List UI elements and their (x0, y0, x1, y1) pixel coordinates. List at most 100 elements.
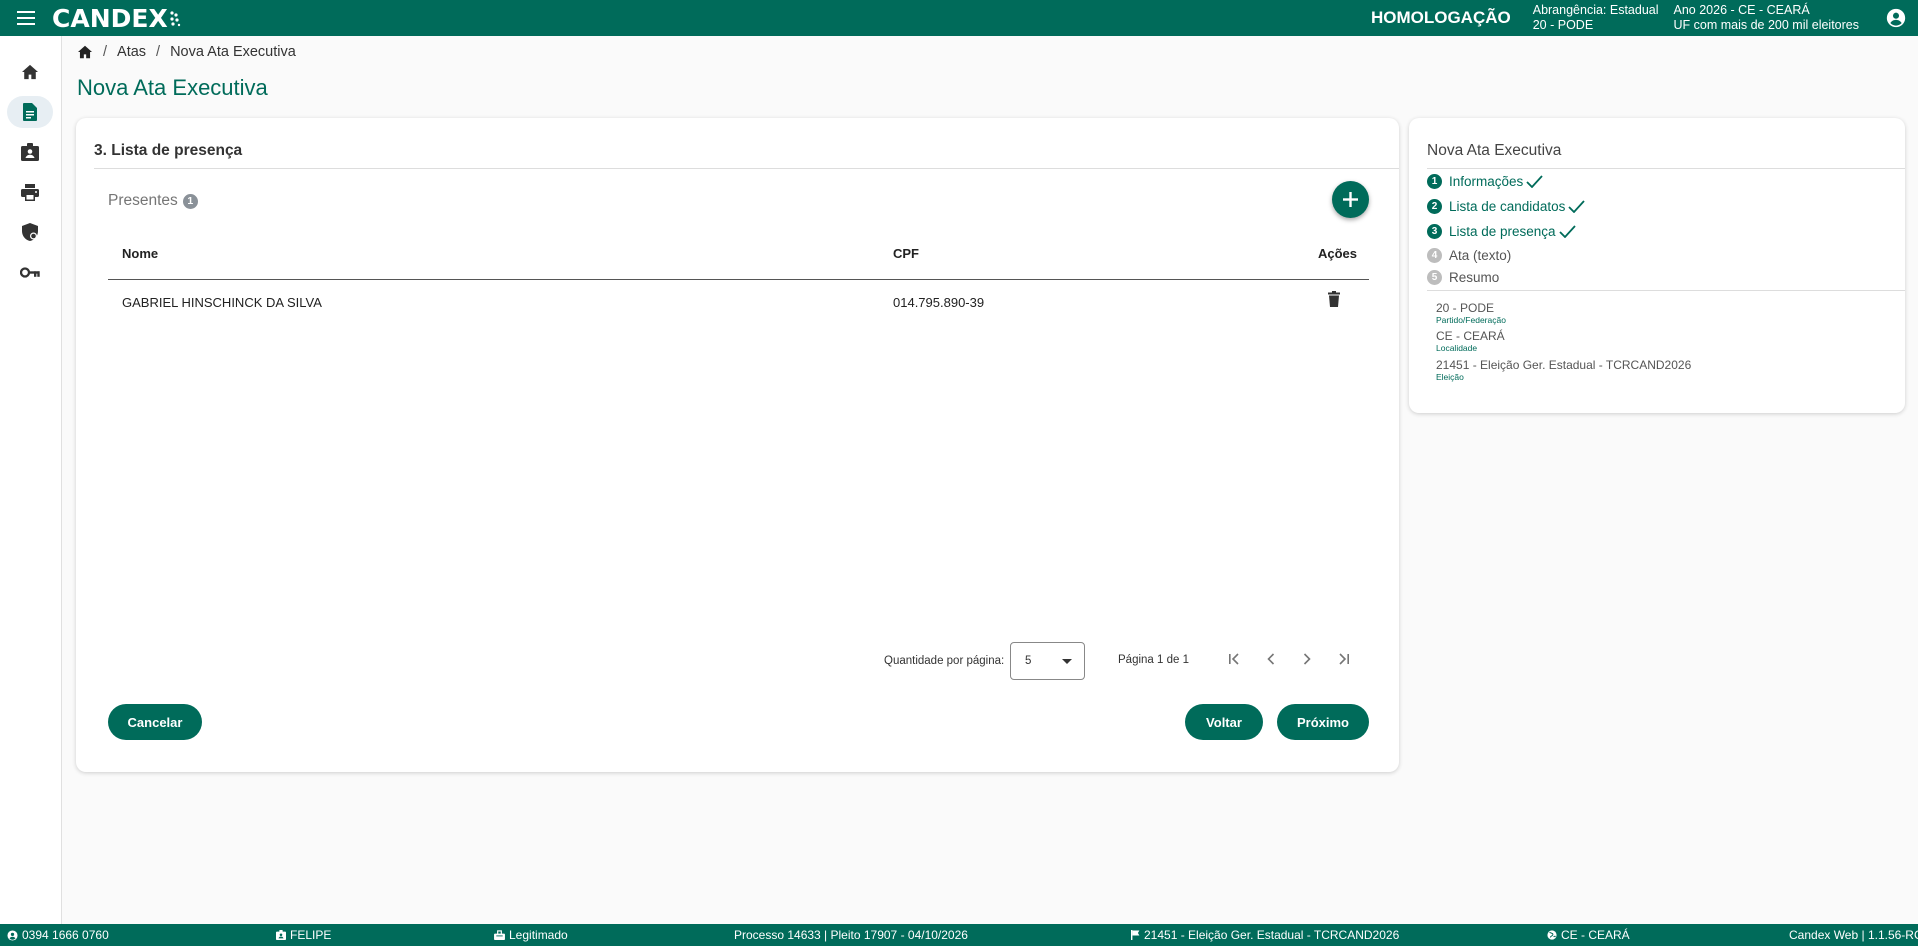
step-label: Ata (texto) (1449, 248, 1512, 263)
nav-badge[interactable] (7, 136, 53, 168)
logo-mark-icon (170, 11, 180, 27)
breadcrumb-atas[interactable]: Atas (117, 44, 146, 60)
badge-icon (21, 143, 39, 161)
step-resumo: 5 Resumo (1427, 270, 1499, 285)
footer-status: Legitimado (494, 928, 568, 942)
last-page-icon (1339, 653, 1349, 665)
step-label: Lista de presença (1449, 224, 1556, 239)
home-icon (22, 64, 38, 80)
account-icon[interactable] (1874, 0, 1918, 36)
environment-label: HOMOLOGAÇÃO (1370, 8, 1511, 27)
per-page-value: 5 (1025, 655, 1032, 667)
footer-location: CE - CEARÁ (1547, 928, 1630, 942)
column-header-nome[interactable]: Nome (122, 246, 158, 261)
home-icon[interactable] (77, 45, 93, 59)
step-ata-texto: 4 Ata (texto) (1427, 248, 1511, 263)
attendance-card: 3. Lista de presença Presentes 1 Nome CP… (76, 118, 1399, 772)
section-divider (94, 168, 1399, 169)
section-title: 3. Lista de presença (94, 142, 243, 159)
logo-text: CANDEX (52, 3, 168, 33)
scope-info: Abrangência: Estadual 20 - PODE (1533, 3, 1659, 33)
column-header-acoes: Ações (1318, 246, 1358, 261)
steps-divider (1427, 168, 1905, 169)
breadcrumb-current: Nova Ata Executiva (170, 44, 296, 60)
cell-cpf: 014.795.890-39 (893, 295, 985, 310)
per-page-select[interactable]: 5 (1010, 642, 1085, 680)
nav-home[interactable] (7, 56, 53, 88)
nav-atas[interactable] (7, 96, 53, 128)
step-number: 2 (1427, 199, 1442, 214)
footer-version: Candex Web | 1.1.56-RC (1789, 928, 1918, 942)
check-icon (1558, 225, 1576, 238)
first-page-button[interactable] (1225, 649, 1245, 669)
trash-icon (1328, 291, 1340, 307)
plus-icon (1343, 192, 1358, 207)
footer-user: FELIPE (276, 928, 331, 942)
key-icon (20, 266, 40, 278)
status-footer: 0394 1666 0760 FELIPE Legitimado Process… (0, 924, 1918, 946)
footer-process: Processo 14633 | Pleito 17907 - 04/10/20… (734, 928, 968, 942)
user-circle-icon (7, 929, 18, 941)
last-page-button[interactable] (1333, 649, 1353, 669)
step-number: 1 (1427, 174, 1442, 189)
side-navigation (0, 36, 62, 924)
check-icon (1526, 175, 1543, 188)
scope-line-1: Abrangência: Estadual (1532, 3, 1659, 17)
flag-icon (1131, 930, 1140, 940)
page-info: Página 1 de 1 (1118, 654, 1189, 666)
breadcrumb: / Atas / Nova Ata Executiva (77, 44, 296, 60)
steps-card: Nova Ata Executiva 1 Informações 2 Lista… (1409, 118, 1905, 413)
eleicao-value: 21451 - Eleição Ger. Estadual - TCRCAND2… (1436, 358, 1692, 372)
previous-page-button[interactable] (1261, 649, 1281, 669)
eleicao-label: Eleição (1436, 372, 1464, 382)
presentes-heading: Presentes 1 (108, 192, 198, 210)
gavel-icon (494, 930, 505, 940)
footer-phone: 0394 1666 0760 (7, 928, 109, 942)
per-page-label: Quantidade por página: (884, 655, 1005, 667)
check-icon (1568, 200, 1586, 213)
next-button[interactable]: Próximo (1277, 704, 1369, 740)
presentes-label: Presentes (108, 192, 178, 209)
badge-icon (276, 930, 286, 940)
globe-icon (1547, 930, 1557, 940)
top-app-bar: CANDEX HOMOLOGAÇÃO Abrangência: Estadual… (0, 0, 1918, 36)
add-present-button[interactable] (1332, 181, 1369, 218)
info-divider (1427, 290, 1905, 291)
localidade-label: Localidade (1436, 343, 1478, 353)
step-number: 4 (1427, 248, 1442, 263)
candex-logo[interactable]: CANDEX (52, 4, 181, 33)
menu-icon[interactable] (0, 0, 52, 36)
nav-key[interactable] (7, 256, 53, 288)
column-header-cpf[interactable]: CPF (893, 246, 919, 261)
partido-value: 20 - PODE (1436, 301, 1495, 315)
step-lista-presenca[interactable]: 3 Lista de presença (1427, 224, 1576, 239)
document-icon (23, 103, 37, 121)
step-label: Informações (1449, 174, 1524, 189)
year-line-2: UF com mais de 200 mil eleitores (1673, 18, 1859, 32)
footer-election: 21451 - Eleição Ger. Estadual - TCRCAND2… (1131, 928, 1399, 942)
nav-print[interactable] (7, 176, 53, 208)
nav-security[interactable] (7, 216, 53, 248)
cancel-button[interactable]: Cancelar (108, 704, 202, 740)
step-lista-candidatos[interactable]: 2 Lista de candidatos (1427, 199, 1586, 214)
step-label: Resumo (1449, 270, 1500, 285)
chevron-left-icon (1267, 653, 1275, 665)
step-informacoes[interactable]: 1 Informações (1427, 174, 1543, 189)
next-page-button[interactable] (1297, 649, 1317, 669)
step-number: 5 (1427, 270, 1442, 285)
presentes-count-badge: 1 (182, 193, 198, 209)
steps-title: Nova Ata Executiva (1427, 142, 1562, 159)
cell-nome: GABRIEL HINSCHINCK DA SILVA (122, 295, 322, 310)
back-button[interactable]: Voltar (1185, 704, 1263, 740)
first-page-icon (1229, 653, 1239, 665)
shield-icon (22, 223, 38, 241)
partido-label: Partido/Federação (1436, 315, 1506, 325)
table-header-divider (108, 279, 1369, 280)
localidade-value: CE - CEARÁ (1436, 329, 1505, 343)
delete-button[interactable] (1328, 291, 1340, 312)
page-title: Nova Ata Executiva (77, 75, 268, 100)
scope-line-2: 20 - PODE (1532, 18, 1594, 32)
step-number: 3 (1427, 224, 1442, 239)
year-info: Ano 2026 - CE - CEARÁ UF com mais de 200… (1674, 3, 1859, 33)
year-line-1: Ano 2026 - CE - CEARÁ (1673, 3, 1810, 17)
